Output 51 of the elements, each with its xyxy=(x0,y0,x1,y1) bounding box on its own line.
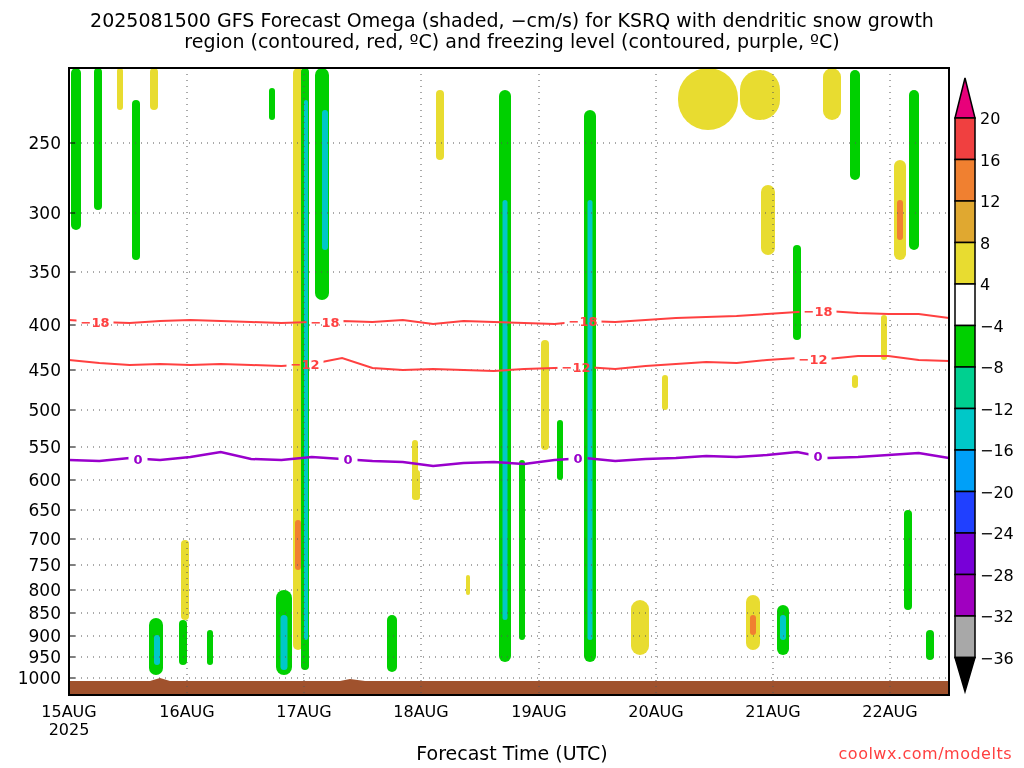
colorbar-label: 16 xyxy=(980,150,1001,170)
axis-tick-label: 850 xyxy=(28,603,61,623)
colorbar-label: −4 xyxy=(980,316,1004,336)
colorbar-label: −8 xyxy=(980,358,1004,377)
axis-tick-label: 22AUG xyxy=(862,702,918,721)
contour-label: 0 xyxy=(133,451,143,467)
colorbar-label: −12 xyxy=(980,399,1014,419)
credit-text: coolwx.com/modelts xyxy=(838,744,1012,763)
colorbar-label: 12 xyxy=(980,192,1001,211)
axis-tick-label: 18AUG xyxy=(393,702,449,721)
contour-label: −18 xyxy=(80,314,110,330)
axis-tick-label: 400 xyxy=(28,315,61,335)
contour-label: 0 xyxy=(573,451,583,467)
axis-tick-label: 700 xyxy=(28,529,61,549)
axis-tick-label: 20AUG xyxy=(628,702,684,721)
axis-tick-label: 350 xyxy=(28,262,61,282)
axis-tick-label: 2025 xyxy=(48,720,90,739)
colorbar-label: 8 xyxy=(980,233,991,253)
axis-tick-label: 950 xyxy=(28,647,61,667)
contour-label: 0 xyxy=(343,452,353,468)
axis-tick-label: 650 xyxy=(28,500,61,520)
colorbar-label: −32 xyxy=(980,607,1014,626)
contour-label: −18 xyxy=(310,314,340,330)
colorbar-label: −36 xyxy=(980,648,1014,668)
colorbar-label: −28 xyxy=(980,565,1014,585)
colorbar-label: −16 xyxy=(980,441,1014,460)
contour-label: −12 xyxy=(290,357,320,373)
contour-label: −12 xyxy=(798,351,828,367)
axis-tick-label: 300 xyxy=(28,203,61,223)
chart-title: 2025081500 GFS Forecast Omega (shaded, −cm/s) for KSRQ with dendritic snow growth region (contoured, red, ºC) and freezing level (contoured, purple, ºC) xyxy=(89,10,935,54)
axis-tick-label: 900 xyxy=(28,626,61,646)
contour-label: −18 xyxy=(803,304,833,320)
axis-title: Forecast Time (UTC) xyxy=(416,742,608,766)
axis-tick-label: 450 xyxy=(28,360,61,380)
colorbar-label: 20 xyxy=(980,109,1001,128)
axis-tick-label: 800 xyxy=(28,580,61,600)
axis-tick-label: 21AUG xyxy=(745,702,801,721)
axis-tick-label: 19AUG xyxy=(511,702,567,721)
colorbar-label: −20 xyxy=(980,482,1014,502)
axis-tick-label: 750 xyxy=(28,555,61,575)
axis-tick-label: 16AUG xyxy=(159,702,215,721)
axis-tick-label: 600 xyxy=(28,470,61,490)
axis-tick-label: 550 xyxy=(28,437,61,457)
axis-tick-label: 500 xyxy=(28,400,61,420)
colorbar-label: −24 xyxy=(980,524,1014,543)
colorbar-label: 4 xyxy=(980,275,991,294)
axis-tick-label: 250 xyxy=(28,133,61,153)
contour-label: 0 xyxy=(813,449,823,465)
axis-tick-label: 15AUG xyxy=(41,702,97,721)
axis-tick-label: 17AUG xyxy=(276,702,332,721)
axis-tick-label: 1000 xyxy=(17,668,61,688)
